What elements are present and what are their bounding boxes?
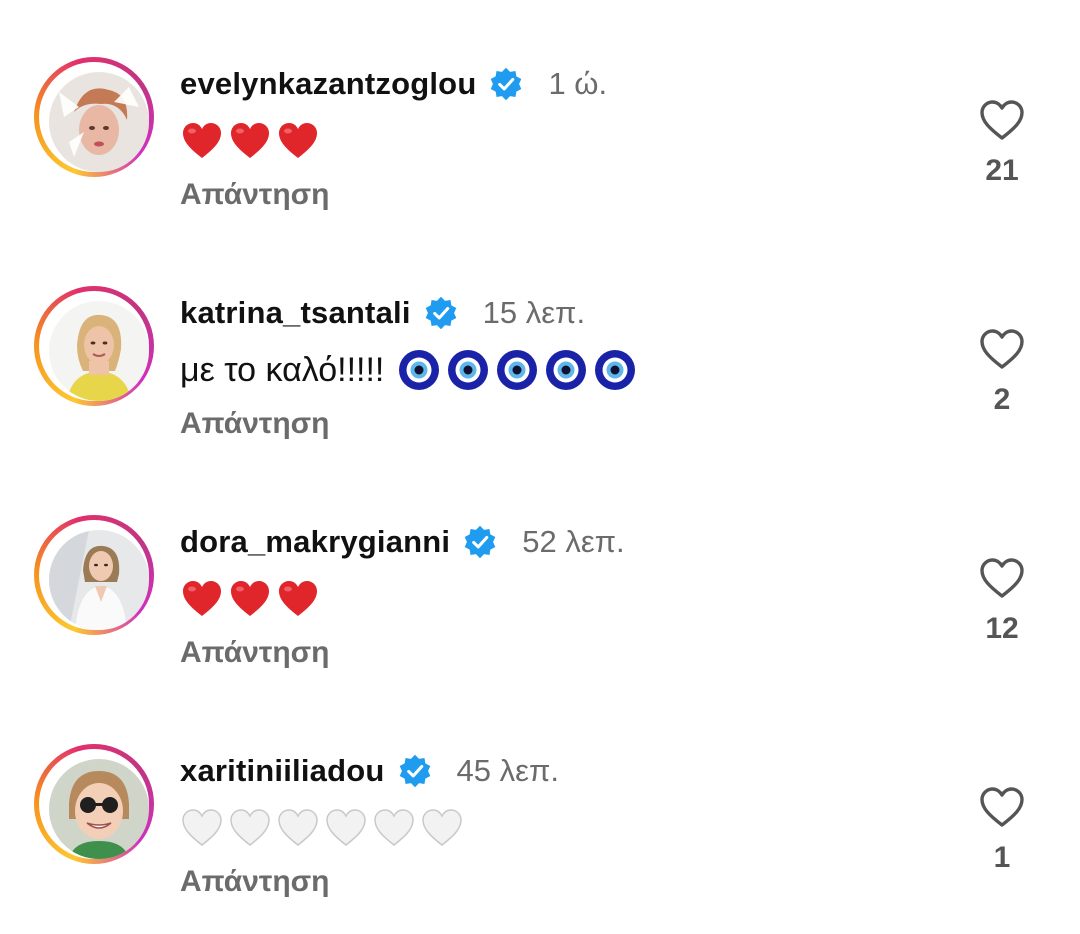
comment-emojis	[180, 577, 324, 621]
white-heart-emoji	[230, 809, 270, 846]
reply-button[interactable]: Απάντηση	[180, 865, 330, 899]
like-count: 1	[993, 841, 1011, 874]
like-control: 2	[970, 327, 1034, 417]
red-heart-emoji	[231, 123, 269, 158]
heart-outline-icon[interactable]	[978, 327, 1026, 371]
avatar-story-ring[interactable]	[34, 57, 154, 177]
white-heart-emoji	[422, 809, 462, 846]
verified-badge-icon	[464, 525, 496, 559]
heart-outline-icon[interactable]	[978, 556, 1026, 600]
red-heart-emoji	[279, 123, 317, 158]
red-heart-emoji	[183, 123, 221, 158]
heart-outline-icon[interactable]	[978, 785, 1026, 829]
heart-outline-icon[interactable]	[978, 98, 1026, 142]
avatar[interactable]	[49, 759, 149, 859]
white-heart-emoji	[278, 809, 318, 846]
white-heart-emoji	[326, 809, 366, 846]
comment-timestamp: 15 λεπ.	[482, 295, 586, 330]
reply-button[interactable]: Απάντηση	[180, 407, 330, 441]
white-heart-emoji	[374, 809, 414, 846]
comment-timestamp: 1 ώ.	[548, 66, 608, 101]
avatar-story-ring[interactable]	[34, 515, 154, 635]
red-heart-emoji	[279, 581, 317, 616]
red-heart-emoji	[231, 581, 269, 616]
comment-emojis	[180, 119, 324, 163]
verified-badge-icon	[425, 296, 456, 330]
like-control: 12	[970, 556, 1034, 646]
username[interactable]: dora_makrygianni	[180, 524, 450, 560]
reply-button[interactable]: Απάντηση	[180, 178, 330, 212]
avatar-story-ring[interactable]	[34, 286, 154, 406]
username[interactable]: katrina_tsantali	[180, 295, 411, 331]
nazar-amulet-emoji	[399, 350, 440, 390]
comment-timestamp: 52 λεπ.	[522, 524, 625, 559]
nazar-amulet-emoji	[595, 350, 636, 390]
comment-item: evelynkazantzoglou 1 ώ. Απάντηση 21	[0, 10, 1080, 239]
comment-emojis	[392, 348, 637, 392]
verified-badge-icon	[399, 754, 430, 788]
avatar[interactable]	[49, 72, 149, 172]
avatar-story-ring[interactable]	[34, 744, 154, 864]
reply-button[interactable]: Απάντηση	[180, 636, 330, 670]
avatar[interactable]	[49, 530, 149, 630]
white-heart-emoji	[182, 809, 222, 846]
verified-badge-icon	[491, 67, 522, 101]
username[interactable]: xaritiniiliadou	[180, 753, 385, 789]
comment-emojis	[180, 806, 468, 850]
like-control: 21	[970, 98, 1034, 188]
like-count: 21	[985, 154, 1019, 187]
like-count: 12	[985, 612, 1019, 645]
like-control: 1	[970, 785, 1034, 875]
comment-item: xaritiniiliadou 45 λεπ. Απάντηση 1	[0, 697, 1080, 926]
comment-item: katrina_tsantali 15 λεπ. με το καλό!!!!!…	[0, 239, 1080, 468]
like-count: 2	[993, 383, 1011, 416]
comment-item: dora_makrygianni 52 λεπ. Απάντηση 12	[0, 468, 1080, 697]
red-heart-emoji	[183, 581, 221, 616]
nazar-amulet-emoji	[448, 350, 489, 390]
comment-text: με το καλό!!!!!	[180, 350, 385, 389]
nazar-amulet-emoji	[497, 350, 538, 390]
avatar[interactable]	[49, 301, 149, 401]
comment-timestamp: 45 λεπ.	[456, 753, 559, 788]
username[interactable]: evelynkazantzoglou	[180, 66, 476, 102]
nazar-amulet-emoji	[546, 350, 587, 390]
